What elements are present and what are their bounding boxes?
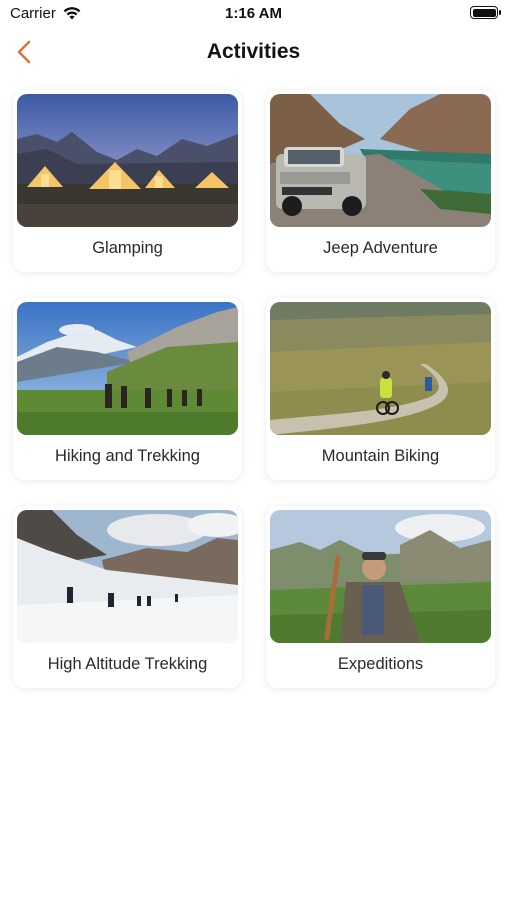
activity-label: Glamping	[92, 239, 163, 257]
activity-card-glamping[interactable]: Glamping	[13, 90, 242, 272]
activity-label: Expeditions	[337, 655, 424, 673]
battery-icon	[470, 6, 501, 19]
activities-grid: Glamping Jeep Adventure Hiking and Trekk…	[13, 90, 496, 688]
activity-card-expeditions[interactable]: Expeditions	[266, 506, 495, 688]
clock: 1:16 AM	[225, 5, 282, 22]
activity-card-mountain-biking[interactable]: Mountain Biking	[266, 298, 495, 480]
page-title: Activities	[206, 40, 301, 63]
chevron-left-icon	[17, 40, 31, 64]
glamping-photo	[17, 94, 238, 227]
high-altitude-trekking-photo	[17, 510, 238, 643]
activity-card-hiking-trekking[interactable]: Hiking and Trekking	[13, 298, 242, 480]
activity-label: Jeep Adventure	[323, 239, 438, 257]
activity-card-high-altitude-trekking[interactable]: High Altitude Trekking	[13, 506, 242, 688]
jeep-adventure-photo	[270, 94, 491, 227]
activity-label: Hiking and Trekking	[55, 447, 200, 465]
status-bar: Carrier 1:16 AM	[0, 0, 507, 28]
hiking-trekking-photo	[17, 302, 238, 435]
expeditions-photo	[270, 510, 491, 643]
activity-label: Mountain Biking	[321, 447, 440, 465]
navigation-bar: Activities	[0, 28, 507, 76]
activity-label: High Altitude Trekking	[47, 655, 208, 673]
back-button[interactable]	[10, 36, 40, 68]
activity-card-jeep-adventure[interactable]: Jeep Adventure	[266, 90, 495, 272]
mountain-biking-photo	[270, 302, 491, 435]
